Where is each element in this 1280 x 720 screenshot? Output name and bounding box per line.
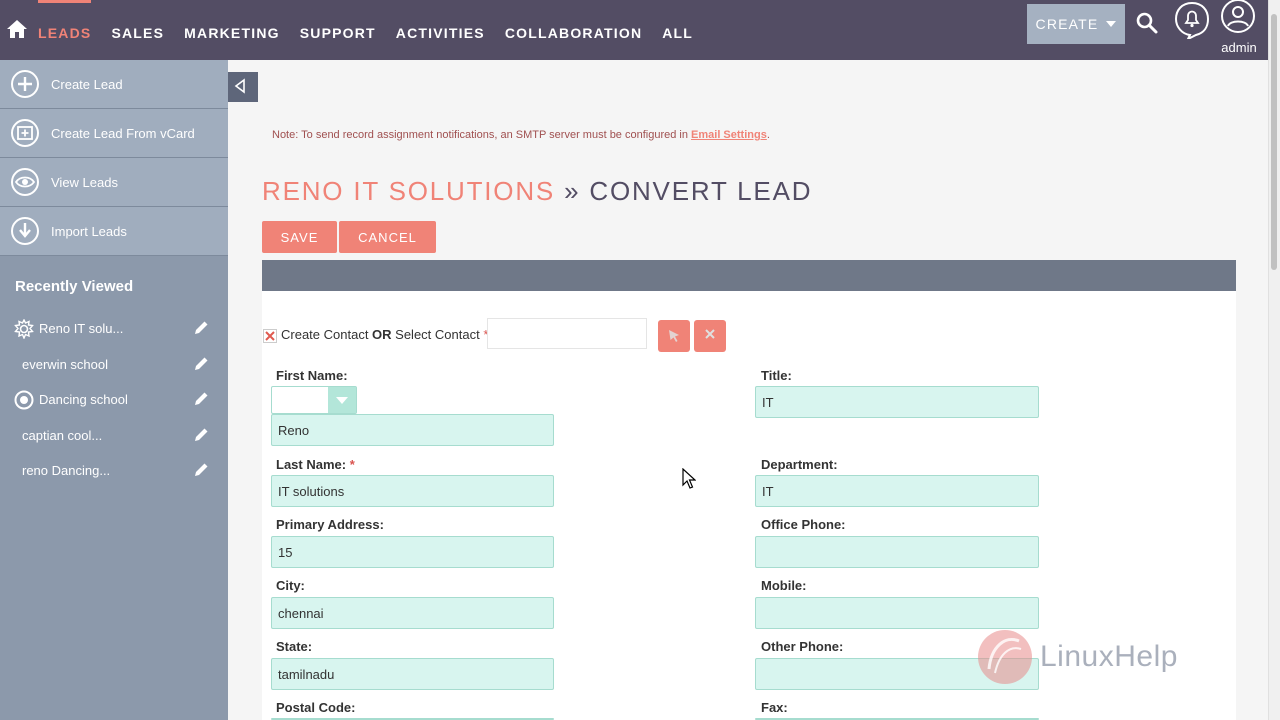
sidebar-action-view-leads[interactable]: View Leads [0, 158, 228, 207]
last-name-label-text: Last Name: [276, 457, 347, 472]
create-contact-checkbox[interactable] [263, 329, 277, 343]
state-input[interactable]: tamilnadu [271, 658, 554, 690]
sidebar-action-label: Create Lead [51, 76, 123, 92]
gear-icon [14, 318, 34, 339]
clear-x-icon [705, 329, 715, 339]
nav-support[interactable]: SUPPORT [300, 25, 376, 41]
caret-down-icon [336, 397, 348, 404]
nav-marketing[interactable]: MARKETING [184, 25, 280, 41]
save-button[interactable]: SAVE [262, 221, 337, 253]
nav-leads[interactable]: LEADS [38, 0, 92, 41]
smtp-notice-text: Note: To send record assignment notifica… [272, 129, 692, 141]
mobile-label: Mobile: [761, 578, 807, 593]
other-phone-label: Other Phone: [761, 639, 844, 654]
department-input[interactable]: IT [755, 475, 1039, 507]
required-marker: * [349, 457, 355, 472]
pencil-edit-icon[interactable] [194, 462, 209, 477]
smtp-notice-suffix: . [766, 129, 770, 141]
sidebar: Create Lead Create Lead From vCard View … [0, 60, 228, 720]
department-label: Department: [761, 457, 838, 472]
recent-item-reno-dancing[interactable]: reno Dancing... [0, 453, 228, 489]
email-settings-link[interactable]: Email Settings [691, 129, 767, 141]
or-text: OR [372, 327, 392, 342]
user-avatar-icon[interactable] [1220, 0, 1256, 34]
collapse-sidebar-icon[interactable] [228, 72, 258, 102]
smtp-notice: Note: To send record assignment notifica… [272, 129, 770, 141]
first-name-input[interactable]: Reno [271, 414, 554, 446]
title-label: Title: [761, 368, 792, 383]
nav-activities[interactable]: ACTIVITIES [396, 25, 485, 41]
caret-down-icon [1106, 21, 1117, 27]
state-label: State: [276, 639, 313, 654]
salutation-dropdown-toggle[interactable] [328, 387, 356, 413]
pencil-edit-icon[interactable] [194, 320, 209, 335]
title-action: CONVERT LEAD [589, 176, 813, 206]
primary-address-label: Primary Address: [276, 517, 384, 532]
sidebar-action-label: View Leads [51, 174, 118, 190]
convert-panel-header [262, 260, 1236, 291]
sidebar-action-create-lead[interactable]: Create Lead [0, 60, 228, 109]
last-name-label: Last Name: * [276, 457, 355, 472]
postal-code-label: Postal Code: [276, 700, 356, 715]
download-arrow-icon [11, 217, 39, 245]
city-label: City: [276, 578, 305, 593]
plus-circle-icon [11, 70, 39, 98]
scrollbar-thumb[interactable] [1271, 14, 1277, 270]
recent-item-label: everwin school [22, 356, 108, 372]
sidebar-action-label: Import Leads [51, 223, 127, 239]
search-icon[interactable] [1135, 11, 1159, 35]
first-name-label: First Name: [276, 368, 348, 383]
recently-viewed-heading: Recently Viewed [15, 278, 134, 295]
fax-label: Fax: [761, 700, 788, 715]
recent-item-everwin-school[interactable]: everwin school [0, 347, 228, 383]
office-phone-input[interactable] [755, 536, 1039, 568]
office-phone-label: Office Phone: [761, 517, 846, 532]
username-label[interactable]: admin [1220, 40, 1258, 55]
record-name-link[interactable]: RENO IT SOLUTIONS [262, 176, 555, 206]
pencil-edit-icon[interactable] [194, 391, 209, 406]
recent-item-label: Reno IT solu... [39, 321, 124, 337]
pencil-edit-icon[interactable] [194, 356, 209, 371]
create-contact-label: Create Contact OR Select Contact * [281, 327, 488, 342]
eye-icon [11, 168, 39, 196]
page-title: RENO IT SOLUTIONS » CONVERT LEAD [262, 176, 812, 207]
last-name-input[interactable]: IT solutions [271, 475, 554, 507]
pointer-arrow-icon [669, 330, 679, 342]
salutation-select[interactable] [271, 386, 357, 414]
cancel-button[interactable]: CANCEL [339, 221, 436, 253]
recent-item-reno-it[interactable]: Reno IT solu... [0, 311, 228, 347]
sidebar-action-create-lead-vcard[interactable]: Create Lead From vCard [0, 109, 228, 158]
city-input[interactable]: chennai [271, 597, 554, 629]
home-icon[interactable] [6, 18, 28, 40]
recent-item-label: captian cool... [22, 427, 103, 443]
sidebar-action-import-leads[interactable]: Import Leads [0, 207, 228, 256]
primary-address-input[interactable]: 15 [271, 536, 554, 568]
select-contact-button[interactable] [658, 320, 690, 352]
mobile-input[interactable] [755, 597, 1039, 629]
vcard-plus-icon [11, 119, 39, 147]
mouse-cursor-icon [682, 468, 696, 489]
recent-item-label: Dancing school [39, 392, 128, 408]
pencil-edit-icon[interactable] [194, 427, 209, 442]
title-input[interactable]: IT [755, 386, 1039, 418]
nav-all[interactable]: ALL [662, 25, 693, 41]
sidebar-action-label: Create Lead From vCard [51, 125, 195, 141]
create-contact-text: Create Contact [281, 327, 373, 342]
recent-item-label: reno Dancing... [22, 463, 111, 479]
title-separator: » [555, 176, 590, 206]
nav-collaboration[interactable]: COLLABORATION [505, 25, 642, 41]
create-dropdown-button[interactable]: CREATE [1027, 4, 1125, 44]
notification-bell-icon[interactable] [1174, 1, 1210, 39]
recent-item-captian-cool[interactable]: captian cool... [0, 418, 228, 454]
watermark-text: LinuxHelp [1040, 640, 1178, 673]
select-contact-input[interactable] [487, 318, 647, 349]
recent-item-dancing-school[interactable]: Dancing school [0, 382, 228, 418]
clear-contact-button[interactable] [694, 320, 726, 352]
select-contact-text: Select Contact [391, 327, 484, 342]
nav-sales[interactable]: SALES [111, 25, 164, 41]
top-navigation-bar: LEADS SALES MARKETING SUPPORT ACTIVITIES… [0, 0, 1268, 60]
target-icon [14, 390, 34, 410]
create-button-label: CREATE [1035, 16, 1099, 32]
module-nav: LEADS SALES MARKETING SUPPORT ACTIVITIES… [38, 0, 713, 41]
